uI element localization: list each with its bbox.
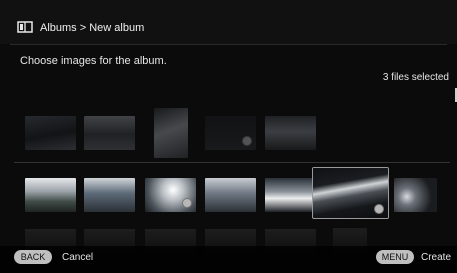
instruction-text: Choose images for the album.	[20, 55, 167, 67]
thumbnail[interactable]	[205, 116, 256, 150]
thumbnail[interactable]	[84, 178, 135, 212]
check-mark-icon	[374, 204, 384, 214]
footer-bar: BACK Cancel MENU Create	[0, 246, 457, 273]
check-mark-icon	[182, 198, 192, 208]
album-selection-screen: Albums > New album Choose images for the…	[0, 0, 457, 273]
thumbnail-focused[interactable]	[313, 168, 388, 218]
check-mark-icon	[242, 136, 252, 146]
header-divider	[10, 44, 447, 45]
header-bar: Albums > New album	[0, 0, 457, 44]
row-divider	[14, 162, 450, 163]
create-label: Create	[421, 252, 452, 263]
thumbnail[interactable]	[205, 178, 256, 212]
page-title: Albums > New album	[40, 22, 145, 34]
thumbnail[interactable]	[394, 178, 437, 212]
thumbnail[interactable]	[154, 108, 188, 158]
album-book-icon	[17, 21, 33, 33]
thumbnail[interactable]	[25, 178, 76, 212]
selection-count: 3 files selected	[382, 72, 449, 83]
thumbnail[interactable]	[145, 178, 196, 212]
thumbnail[interactable]	[265, 116, 316, 150]
back-button[interactable]: BACK	[14, 250, 52, 264]
thumbnail[interactable]	[25, 116, 76, 150]
thumbnail[interactable]	[84, 116, 135, 150]
menu-button[interactable]: MENU	[376, 250, 414, 264]
thumbnail[interactable]	[265, 178, 316, 212]
cancel-label: Cancel	[62, 252, 94, 263]
